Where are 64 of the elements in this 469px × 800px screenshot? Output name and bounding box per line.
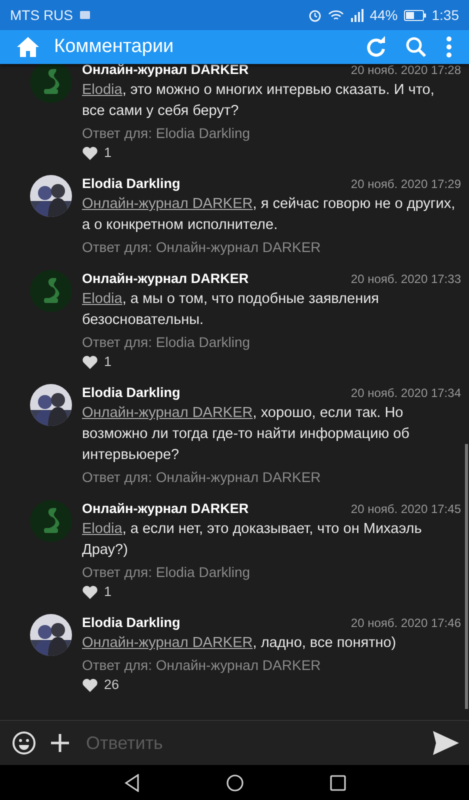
comment-date: 20 нояб. 2020 17:34 (350, 385, 461, 402)
send-icon[interactable] (433, 731, 459, 755)
mention-link[interactable]: Elodia (82, 82, 122, 98)
author-name: Elodia Darkling (82, 614, 180, 632)
mention-link[interactable]: Онлайн-журнал DARKER (82, 196, 253, 212)
avatar-icon (30, 500, 72, 542)
like-count: 26 (104, 676, 120, 694)
mention-link[interactable]: Elodia (82, 291, 122, 307)
menu-icon[interactable] (445, 36, 453, 58)
avatar-icon (30, 175, 72, 217)
heart-icon[interactable] (82, 585, 98, 599)
emoji-icon[interactable] (12, 731, 36, 755)
sim-icon (79, 10, 91, 20)
reply-to-label: Ответ для: Онлайн-журнал DARKER (82, 468, 322, 487)
comment-date: 20 нояб. 2020 17:46 (350, 615, 461, 632)
avatar-icon (30, 64, 72, 103)
battery-percent: 44% (370, 7, 398, 23)
scrollbar[interactable] (465, 444, 468, 709)
reply-field[interactable]: Ответить (84, 732, 419, 754)
heart-icon[interactable] (82, 146, 98, 160)
search-icon[interactable] (405, 36, 427, 58)
avatar-icon (30, 384, 72, 426)
signal-icon (350, 8, 364, 22)
reply-to-label: Ответ для: Онлайн-журнал DARKER (82, 656, 322, 675)
heart-icon[interactable] (82, 355, 98, 369)
comment-text: Elodia, а мы о том, что подобные заявления безосновательны. (82, 290, 380, 330)
reply-to-label: Ответ для: Elodia Darkling (82, 333, 252, 352)
heart-icon[interactable] (82, 678, 98, 692)
comment-text: Elodia, это можно о многих интервью сказать. И что, все сами у себя берут? (82, 81, 436, 121)
comment-text: Онлайн-журнал DARKER, хорошо, если так. Но возможно ли тогда где-то найти информацию об интервьюере? (82, 404, 410, 465)
refresh-icon[interactable] (365, 36, 387, 58)
comment-date: 20 нояб. 2020 17:29 (350, 176, 461, 193)
author-name: Онлайн-журнал DARKER (82, 500, 249, 518)
home-icon[interactable] (226, 774, 244, 792)
back-icon[interactable] (124, 774, 140, 792)
screen-title: Комментарии (54, 36, 175, 58)
comment-text: Онлайн-журнал DARKER, я сейчас говорю не о других, а о конкретном исполнителе. (82, 195, 456, 235)
reply-to-label: Ответ для: Elodia Darkling (82, 124, 252, 143)
like-count: 1 (104, 353, 112, 371)
add-icon[interactable] (50, 733, 70, 753)
reply-to-label: Ответ для: Онлайн-журнал DARKER (82, 238, 322, 257)
author-name: Онлайн-журнал DARKER (82, 270, 249, 288)
reply-to-label: Ответ для: Elodia Darkling (82, 563, 252, 582)
comment-date: 20 нояб. 2020 17:45 (350, 501, 461, 518)
comment-text: Онлайн-журнал DARKER, ладно, все понятно) (82, 634, 398, 653)
author-name: Elodia Darkling (82, 384, 180, 402)
alarm-icon (308, 8, 322, 22)
avatar-icon (30, 270, 72, 312)
mention-link[interactable]: Онлайн-журнал DARKER (82, 405, 253, 421)
recents-icon[interactable] (330, 774, 346, 790)
comment-date: 20 нояб. 2020 17:28 (350, 64, 461, 79)
wifi-icon (328, 8, 344, 22)
comment-date: 20 нояб. 2020 17:33 (350, 271, 461, 288)
mention-link[interactable]: Elodia (82, 521, 122, 537)
battery-icon (404, 10, 426, 20)
author-name: Онлайн-журнал DARKER (82, 64, 249, 79)
comment-text: Elodia, а если нет, это доказывает, что он Михаэль Драу?) (82, 520, 423, 560)
carrier-name: MTS RUS (10, 7, 73, 23)
mention-link[interactable]: Онлайн-журнал DARKER (82, 635, 253, 651)
like-count: 1 (104, 144, 112, 162)
clock-time: 1:35 (432, 7, 459, 23)
avatar-icon (30, 614, 72, 656)
author-name: Elodia Darkling (82, 175, 180, 193)
like-count: 1 (104, 583, 112, 601)
